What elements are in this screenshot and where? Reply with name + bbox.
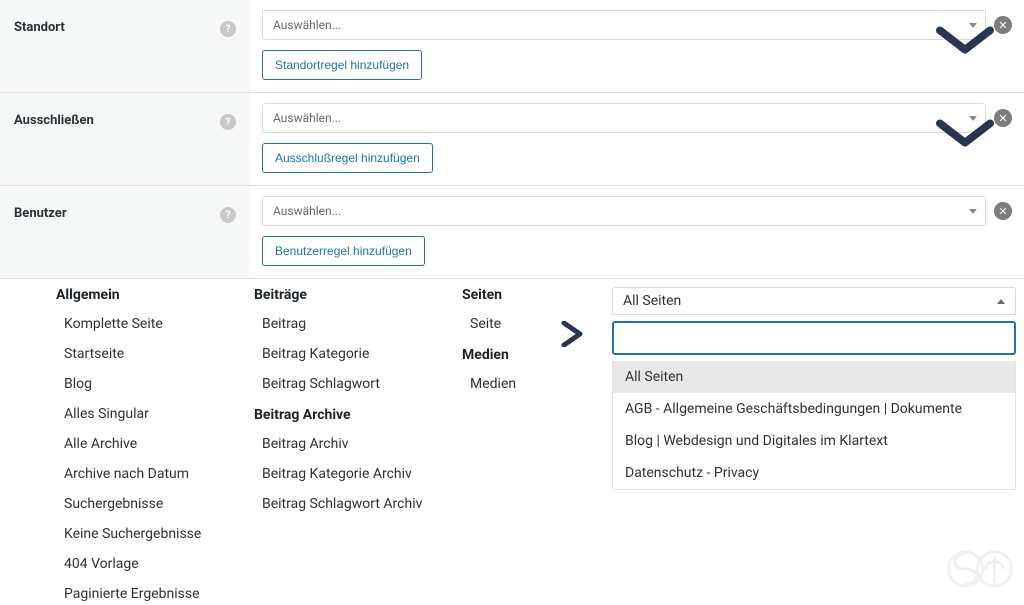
taxonomy-panel: Allgemein Komplette Seite Startseite Blo… [0,279,1024,605]
taxonomy-item[interactable]: Medien [462,373,532,395]
rule-label: Ausschließen [14,113,94,128]
page-option[interactable]: AGB - Allgemeine Geschäftsbedingungen | … [613,393,1015,425]
taxonomy-item[interactable]: Beitrag Kategorie [254,343,434,365]
col-allgemein: Allgemein Komplette Seite Startseite Blo… [56,287,226,605]
col-medien: Medien Medien [462,347,532,395]
select-row: Auswählen... ✕ [262,10,1012,40]
arrow-right-icon [560,287,584,605]
page-option[interactable]: Blog | Webdesign und Digitales im Klarte… [613,425,1015,457]
chevron-down-icon [969,209,977,214]
col-group-seiten-medien: Seiten Seite Medien Medien [462,287,532,605]
help-icon[interactable]: ? [220,114,236,130]
col-header: Medien [462,347,532,363]
col-seiten: Seiten Seite [462,287,532,335]
rule-label: Standort [14,20,65,35]
taxonomy-item[interactable]: Keine Suchergebnisse [56,523,226,545]
page-option[interactable]: Datenschutz - Privacy [613,457,1015,489]
remove-rule-icon[interactable]: ✕ [994,16,1012,34]
rule-label-cell: Standort ? [0,0,250,92]
taxonomy-item[interactable]: Beitrag Kategorie Archiv [254,463,434,485]
col-beitrag-archive: Beitrag Archive Beitrag Archiv Beitrag K… [254,407,434,515]
page-search-input[interactable] [612,321,1016,355]
rule-label-cell: Benutzer ? [0,186,250,278]
add-exclude-rule-button[interactable]: Ausschlußregel hinzufügen [262,143,433,173]
picker-selected-text: All Seiten [623,293,681,309]
select-placeholder: Auswählen... [273,204,341,218]
taxonomy-item[interactable]: Paginierte Ergebnisse [56,583,226,605]
page-picker-list: All Seiten AGB - Allgemeine Geschäftsbed… [612,361,1016,490]
taxonomy-item[interactable]: Archive nach Datum [56,463,226,485]
rule-row-user: Benutzer ? Auswählen... ✕ Benutzerregel … [0,186,1024,279]
taxonomy-item[interactable]: Suchergebnisse [56,493,226,515]
select-placeholder: Auswählen... [273,111,341,125]
rule-controls: Auswählen... ✕ Ausschlußregel hinzufügen [250,93,1024,185]
taxonomy-item[interactable]: Komplette Seite [56,313,226,335]
rule-label-cell: Ausschließen ? [0,93,250,185]
taxonomy-item[interactable]: Beitrag Schlagwort [254,373,434,395]
select-row: Auswählen... ✕ [262,103,1012,133]
col-group-beitraege: Beiträge Beitrag Beitrag Kategorie Beitr… [254,287,434,605]
rule-row-exclude: Ausschließen ? Auswählen... ✕ Ausschlußr… [0,93,1024,186]
rule-controls: Auswählen... ✕ Benutzerregel hinzufügen [250,186,1024,278]
chevron-up-icon [997,299,1005,304]
page-option[interactable]: All Seiten [613,361,1015,393]
taxonomy-item[interactable]: Beitrag [254,313,434,335]
taxonomy-item[interactable]: Startseite [56,343,226,365]
watermark-logo [944,548,1016,594]
remove-rule-icon[interactable]: ✕ [994,109,1012,127]
add-location-rule-button[interactable]: Standortregel hinzufügen [262,50,422,80]
taxonomy-item[interactable]: Beitrag Schlagwort Archiv [254,493,434,515]
big-chevron-icon [936,26,994,56]
rule-row-standort: Standort ? Auswählen... ✕ Standortregel … [0,0,1024,93]
taxonomy-item[interactable]: Seite [462,313,532,335]
big-chevron-icon [936,119,994,149]
col-header: Beiträge [254,287,434,303]
taxonomy-item[interactable]: Blog [56,373,226,395]
help-icon[interactable]: ? [220,21,236,37]
taxonomy-item[interactable]: Alles Singular [56,403,226,425]
rule-label: Benutzer [14,206,67,221]
col-header: Beitrag Archive [254,407,434,423]
location-select[interactable]: Auswählen... [262,10,986,40]
exclude-select[interactable]: Auswählen... [262,103,986,133]
rule-controls: Auswählen... ✕ Standortregel hinzufügen [250,0,1024,92]
select-row: Auswählen... ✕ [262,196,1012,226]
remove-rule-icon[interactable]: ✕ [994,202,1012,220]
taxonomy-item[interactable]: 404 Vorlage [56,553,226,575]
add-user-rule-button[interactable]: Benutzerregel hinzufügen [262,236,425,266]
col-header: Allgemein [56,287,226,303]
help-icon[interactable]: ? [220,207,236,223]
col-beitraege: Beiträge Beitrag Beitrag Kategorie Beitr… [254,287,434,395]
page-picker-selected[interactable]: All Seiten [612,287,1016,315]
taxonomy-item[interactable]: Beitrag Archiv [254,433,434,455]
col-header: Seiten [462,287,532,303]
taxonomy-item[interactable]: Alle Archive [56,433,226,455]
select-placeholder: Auswählen... [273,18,341,32]
user-select[interactable]: Auswählen... [262,196,986,226]
